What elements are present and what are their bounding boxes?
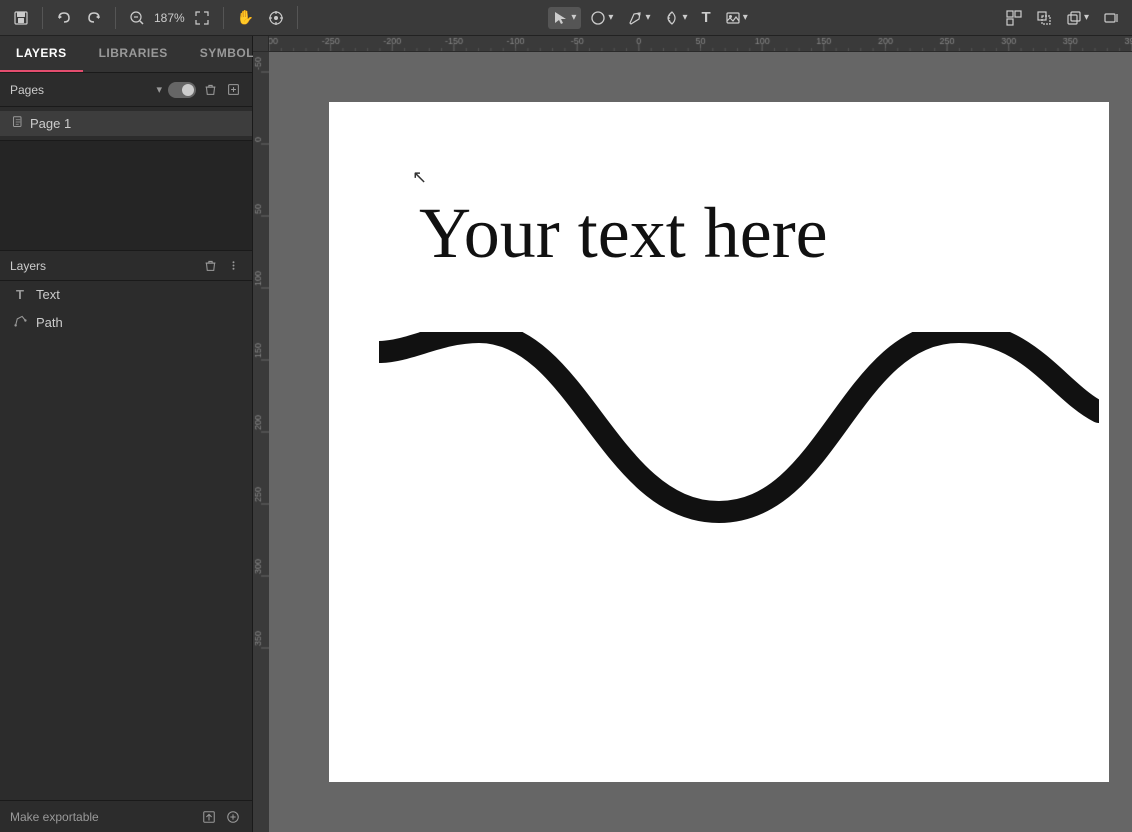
pages-label: Pages bbox=[10, 83, 156, 97]
layer-path-label: Path bbox=[36, 315, 63, 330]
history-group bbox=[51, 7, 116, 29]
canvas-body: ↖ Your text here bbox=[253, 52, 1132, 832]
toolbar-right: ▾ bbox=[1001, 7, 1124, 29]
layers-header: Layers bbox=[0, 251, 252, 281]
zoom-level: 187% bbox=[154, 11, 185, 25]
main-area: LAYERS LIBRARIES SYMBOLS Pages ▾ bbox=[0, 36, 1132, 832]
make-exportable-label: Make exportable bbox=[10, 810, 99, 824]
ruler-v-canvas bbox=[253, 52, 269, 832]
hand-tool-button[interactable]: ✋ bbox=[232, 6, 259, 29]
page-thumbnail bbox=[0, 141, 252, 251]
oval-tool-button[interactable]: ▾ bbox=[585, 7, 618, 29]
snap-button[interactable] bbox=[263, 7, 289, 29]
bottom-bar: Make exportable bbox=[0, 800, 252, 832]
pages-toggle[interactable] bbox=[168, 82, 196, 98]
save-button[interactable] bbox=[8, 7, 34, 29]
left-panel: LAYERS LIBRARIES SYMBOLS Pages ▾ bbox=[0, 36, 253, 832]
arrange-button[interactable] bbox=[1001, 7, 1027, 29]
export-slice-button[interactable] bbox=[200, 808, 218, 826]
add-page-button[interactable] bbox=[225, 81, 242, 98]
color-tool-button[interactable]: ▾ bbox=[659, 7, 692, 29]
pages-controls bbox=[168, 81, 242, 98]
layers-controls bbox=[202, 257, 242, 274]
file-group bbox=[8, 7, 43, 29]
hand-tool-group: ✋ bbox=[232, 6, 298, 29]
canvas-text-element[interactable]: Your text here bbox=[419, 192, 828, 275]
hand-icon: ✋ bbox=[237, 9, 254, 26]
resize-button[interactable] bbox=[1098, 7, 1124, 29]
zoom-out-button[interactable] bbox=[124, 7, 150, 29]
canvas-viewport[interactable]: ↖ Your text here bbox=[269, 52, 1132, 832]
zoom-fit-button[interactable] bbox=[189, 7, 215, 29]
page-item[interactable]: Page 1 bbox=[0, 111, 252, 136]
page-list: Page 1 bbox=[0, 107, 252, 141]
panel-tabs: LAYERS LIBRARIES SYMBOLS bbox=[0, 36, 252, 73]
layer-item-text[interactable]: T Text bbox=[0, 281, 252, 308]
text-layer-icon: T bbox=[12, 287, 28, 302]
page-name: Page 1 bbox=[30, 116, 71, 131]
canvas-content: ↖ Your text here bbox=[329, 102, 1109, 782]
ruler-h-canvas bbox=[269, 36, 1132, 52]
combine-button[interactable]: ▾ bbox=[1061, 7, 1094, 29]
layer-text-label: Text bbox=[36, 287, 60, 302]
layer-item-path[interactable]: Path bbox=[0, 308, 252, 336]
transform-button[interactable] bbox=[1031, 7, 1057, 29]
redo-button[interactable] bbox=[81, 7, 107, 29]
zoom-value: 187% bbox=[154, 11, 185, 25]
text-tool-button[interactable]: T bbox=[697, 6, 716, 29]
pages-dropdown-icon[interactable]: ▾ bbox=[156, 83, 162, 96]
zoom-group: 187% bbox=[124, 7, 224, 29]
delete-layer-button[interactable] bbox=[202, 257, 219, 274]
ruler-row bbox=[253, 36, 1132, 52]
canvas-area: ↖ Your text here bbox=[253, 36, 1132, 832]
cursor: ↖ bbox=[412, 167, 427, 188]
pages-section: Pages ▾ bbox=[0, 73, 252, 107]
ruler-corner bbox=[253, 36, 269, 52]
layer-options-button[interactable] bbox=[225, 257, 242, 274]
text-icon: T bbox=[702, 9, 711, 26]
select-tool-button[interactable]: ▾ bbox=[548, 7, 581, 29]
add-export-button[interactable] bbox=[224, 808, 242, 826]
delete-page-button[interactable] bbox=[202, 81, 219, 98]
page-icon bbox=[12, 116, 24, 131]
undo-button[interactable] bbox=[51, 7, 77, 29]
tab-libraries[interactable]: LIBRARIES bbox=[83, 36, 184, 72]
image-tool-button[interactable]: ▾ bbox=[720, 7, 753, 29]
vertical-ruler bbox=[253, 52, 269, 832]
pen-tool-button[interactable]: ▾ bbox=[622, 7, 655, 29]
canvas-path-element[interactable] bbox=[379, 332, 1099, 682]
main-toolbar: 187% ✋ ▾ ▾ ▾ ▾ T bbox=[0, 0, 1132, 36]
tab-layers[interactable]: LAYERS bbox=[0, 36, 83, 72]
layers-section: Layers T Text Path bbox=[0, 251, 252, 800]
path-layer-icon bbox=[12, 314, 28, 330]
horizontal-ruler bbox=[269, 36, 1132, 52]
layers-title: Layers bbox=[10, 259, 202, 273]
